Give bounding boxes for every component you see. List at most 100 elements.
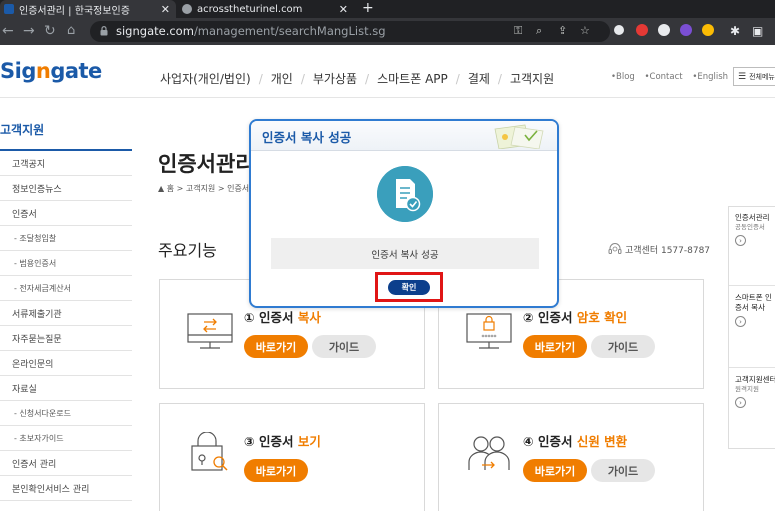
banner-smartphone-copy[interactable]: 스마트폰 인증서 복사 › xyxy=(735,293,775,327)
banner-support-center[interactable]: 고객지원센터 원격지원 › xyxy=(735,375,775,408)
identity-change-icon xyxy=(468,436,510,470)
dialog-title: 인증서 복사 성공 xyxy=(262,130,352,145)
password-go-button[interactable]: 바로가기 xyxy=(523,335,587,358)
feature-card-view: ③ 인증서 보기 바로가기 xyxy=(159,403,425,511)
browser-tab[interactable]: acrosstheturinel.com ✕ xyxy=(178,0,354,18)
bookmark-star-icon[interactable]: ☆ xyxy=(580,24,590,37)
card-title: ① 인증서 복사 xyxy=(244,310,321,325)
hamburger-icon: ☰ xyxy=(738,71,747,82)
nav-item-personal[interactable]: 개인 xyxy=(271,70,293,87)
arrow-right-icon: › xyxy=(735,397,746,408)
extensions-puzzle-icon[interactable]: ✱ xyxy=(730,22,740,40)
identity-go-button[interactable]: 바로가기 xyxy=(523,459,587,482)
card-title: ③ 인증서 보기 xyxy=(244,434,321,449)
arrow-right-icon: › xyxy=(735,316,746,327)
sidebar-item-cert-management[interactable]: 인증서 관리 xyxy=(0,451,132,476)
nav-item-smartphone-app[interactable]: 스마트폰 APP xyxy=(377,70,448,87)
blog-link[interactable]: •Blog xyxy=(611,72,635,82)
lock-icon xyxy=(100,26,108,36)
side-panel-icon[interactable]: ▣ xyxy=(752,22,763,40)
browser-toolbar: ← → ↻ ⌂ signgate.com/management/searchMa… xyxy=(0,18,775,45)
success-dialog: 인증서 복사 성공 인증서 복사 성공 확인 xyxy=(249,119,559,308)
dialog-message: 인증서 복사 성공 xyxy=(271,238,539,269)
extension-icon[interactable] xyxy=(680,24,692,36)
svg-text:*****: ***** xyxy=(482,334,497,341)
confirm-button[interactable]: 확인 xyxy=(388,280,430,295)
forward-icon[interactable]: → xyxy=(23,22,35,40)
url-text: signgate.com/management/searchMangList.s… xyxy=(116,24,386,38)
right-banner-column: 인증서관리 공동인증서 › 스마트폰 인증서 복사 › 고객지원센터 원격지원 … xyxy=(728,206,775,449)
tab-title: 인증서관리 | 한국정보인증 xyxy=(19,5,130,17)
sidebar-item-document-agencies[interactable]: 서류제출기관 xyxy=(0,301,132,326)
extension-icon[interactable] xyxy=(702,24,714,36)
tab-title: acrosstheturinel.com xyxy=(197,3,303,15)
main-navigation: 사업자(개인/법인) / 개인 / 부가상품 / 스마트폰 APP / 결제 / 고객지원 xyxy=(160,70,555,87)
sidebar-subitem-general-cert[interactable]: - 범용인증서 xyxy=(0,251,132,276)
banner-cert-management[interactable]: 인증서관리 공동인증서 › xyxy=(735,213,770,246)
section-title: 주요기능 xyxy=(158,241,217,260)
breadcrumb: ▲ 홈 > 고객지원 > 인증서 xyxy=(158,184,250,193)
key-icon[interactable]: ⚿ xyxy=(514,24,522,38)
close-tab-icon[interactable]: ✕ xyxy=(161,3,170,16)
nav-item-support[interactable]: 고객지원 xyxy=(510,70,554,87)
extension-icon[interactable] xyxy=(658,24,670,36)
extension-icon[interactable] xyxy=(636,24,648,36)
sidebar-item-faq[interactable]: 자주묻는질문 xyxy=(0,326,132,351)
sidebar-item-identity-service[interactable]: 본인확인서비스 관리 xyxy=(0,476,132,501)
sidebar-item-library[interactable]: 자료실 xyxy=(0,376,132,401)
home-icon[interactable]: ⌂ xyxy=(67,22,75,40)
all-menu-button[interactable]: ☰ 전체메뉴 xyxy=(733,67,775,86)
back-icon[interactable]: ← xyxy=(2,22,14,40)
sidebar-subitem-form-download[interactable]: - 신청서다운로드 xyxy=(0,401,132,426)
close-tab-icon[interactable]: ✕ xyxy=(339,3,348,16)
signgate-logo[interactable]: Signgate xyxy=(0,59,102,83)
globe-icon xyxy=(182,4,192,14)
dialog-header: 인증서 복사 성공 xyxy=(251,121,557,151)
home-icon[interactable]: ▲ xyxy=(158,184,167,193)
utility-links: •Blog •Contact •English xyxy=(611,72,735,82)
contact-link[interactable]: •Contact xyxy=(645,72,683,82)
nav-item-addons[interactable]: 부가상품 xyxy=(313,70,357,87)
speaker-icon[interactable] xyxy=(614,25,624,35)
zoom-icon[interactable]: ⌕ xyxy=(536,24,542,38)
new-tab-icon[interactable]: + xyxy=(362,0,374,17)
sidebar-menu: 고객공지 정보인증뉴스 인증서 - 조달청입찰 - 범용인증서 - 전자세금계산… xyxy=(0,151,132,501)
nav-item-payment[interactable]: 결제 xyxy=(468,70,490,87)
browser-tab-bar: 인증서관리 | 한국정보인증 ✕ acrosstheturinel.com ✕ … xyxy=(0,0,775,18)
sidebar-item-notice[interactable]: 고객공지 xyxy=(0,151,132,176)
sidebar-item-certificate[interactable]: 인증서 xyxy=(0,201,132,226)
english-link[interactable]: •English xyxy=(692,72,728,82)
headset-icon xyxy=(608,243,622,254)
page-title: 인증서관리 xyxy=(158,152,255,176)
arrow-right-icon: › xyxy=(735,235,746,246)
certificate-password-icon: ***** xyxy=(466,313,512,349)
share-icon[interactable]: ⇪ xyxy=(558,24,567,37)
certificate-check-icon xyxy=(377,166,433,222)
sidebar-item-online-inquiry[interactable]: 온라인문의 xyxy=(0,351,132,376)
sidebar-subitem-tax-invoice[interactable]: - 전자세금계산서 xyxy=(0,276,132,301)
card-title: ② 인증서 암호 확인 xyxy=(523,310,628,325)
copy-go-button[interactable]: 바로가기 xyxy=(244,335,308,358)
view-go-button[interactable]: 바로가기 xyxy=(244,459,308,482)
sidebar-subitem-procurement[interactable]: - 조달청입찰 xyxy=(0,226,132,251)
header-divider xyxy=(0,97,775,98)
sidebar-title: 고객지원 xyxy=(0,123,45,137)
browser-tab-active[interactable]: 인증서관리 | 한국정보인증 ✕ xyxy=(0,0,176,18)
copy-guide-button[interactable]: 가이드 xyxy=(312,335,376,358)
certificate-view-icon xyxy=(191,432,228,471)
nav-item-business[interactable]: 사업자(개인/법인) xyxy=(160,70,251,87)
customer-center: 고객센터 1577-8787 xyxy=(608,242,710,256)
highlight-box: 확인 xyxy=(375,272,443,302)
reload-icon[interactable]: ↻ xyxy=(44,22,56,40)
identity-guide-button[interactable]: 가이드 xyxy=(591,459,655,482)
address-bar[interactable]: signgate.com/management/searchMangList.s… xyxy=(90,21,610,42)
certificate-copy-icon xyxy=(187,313,233,349)
feature-card-identity-change: ④ 인증서 신원 변환 바로가기 가이드 xyxy=(438,403,704,511)
password-guide-button[interactable]: 가이드 xyxy=(591,335,655,358)
sidebar-item-news[interactable]: 정보인증뉴스 xyxy=(0,176,132,201)
site-favicon-icon xyxy=(4,4,14,14)
card-title: ④ 인증서 신원 변환 xyxy=(523,434,628,449)
sidebar-subitem-beginner-guide[interactable]: - 초보자가이드 xyxy=(0,426,132,451)
decorative-document-icon xyxy=(494,124,544,149)
screen: 인증서관리 | 한국정보인증 ✕ acrosstheturinel.com ✕ … xyxy=(0,0,775,511)
